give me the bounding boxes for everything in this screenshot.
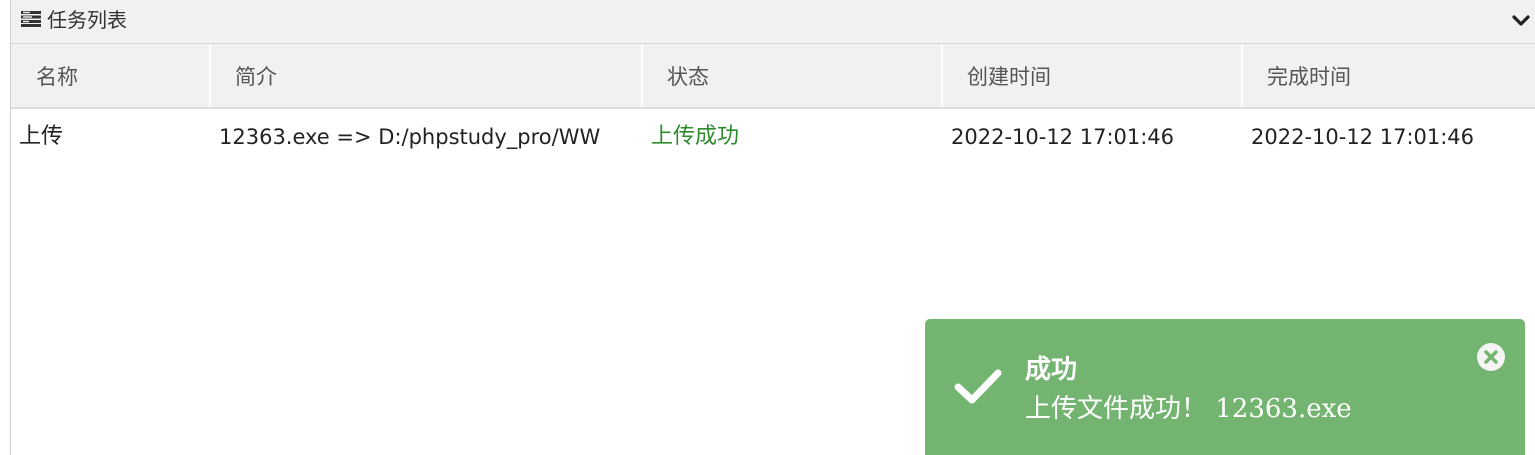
toast-title: 成功: [1025, 355, 1078, 385]
column-header-name[interactable]: 名称: [11, 44, 211, 107]
success-toast: 成功 上传文件成功！ 12363.exe: [925, 319, 1525, 455]
toast-message: 上传文件成功！ 12363.exe: [1025, 394, 1352, 424]
cell-created: 2022-10-12 17:01:46: [951, 125, 1175, 149]
panel-title-wrap: 任务列表: [21, 4, 127, 33]
column-header-description[interactable]: 简介: [211, 44, 643, 107]
chevron-down-icon[interactable]: [1512, 12, 1530, 30]
close-icon[interactable]: [1477, 343, 1505, 371]
panel-title: 任务列表: [47, 8, 127, 32]
cell-name: 上传: [19, 124, 64, 149]
cell-completed: 2022-10-12 17:01:46: [1251, 125, 1475, 149]
column-header-created[interactable]: 创建时间: [943, 44, 1243, 107]
list-icon: [21, 10, 41, 27]
panel-header[interactable]: 任务列表: [11, 0, 1535, 44]
column-header-status[interactable]: 状态: [643, 44, 943, 107]
check-icon: [954, 369, 1002, 404]
table-header: 名称 简介 状态 创建时间 完成时间: [11, 44, 1535, 109]
cell-description: 12363.exe => D:/phpstudy_pro/WW: [219, 125, 601, 149]
column-header-completed[interactable]: 完成时间: [1243, 44, 1535, 107]
table-row[interactable]: 上传 12363.exe => D:/phpstudy_pro/WW 上传成功 …: [11, 109, 1535, 167]
cell-status: 上传成功: [651, 124, 740, 149]
